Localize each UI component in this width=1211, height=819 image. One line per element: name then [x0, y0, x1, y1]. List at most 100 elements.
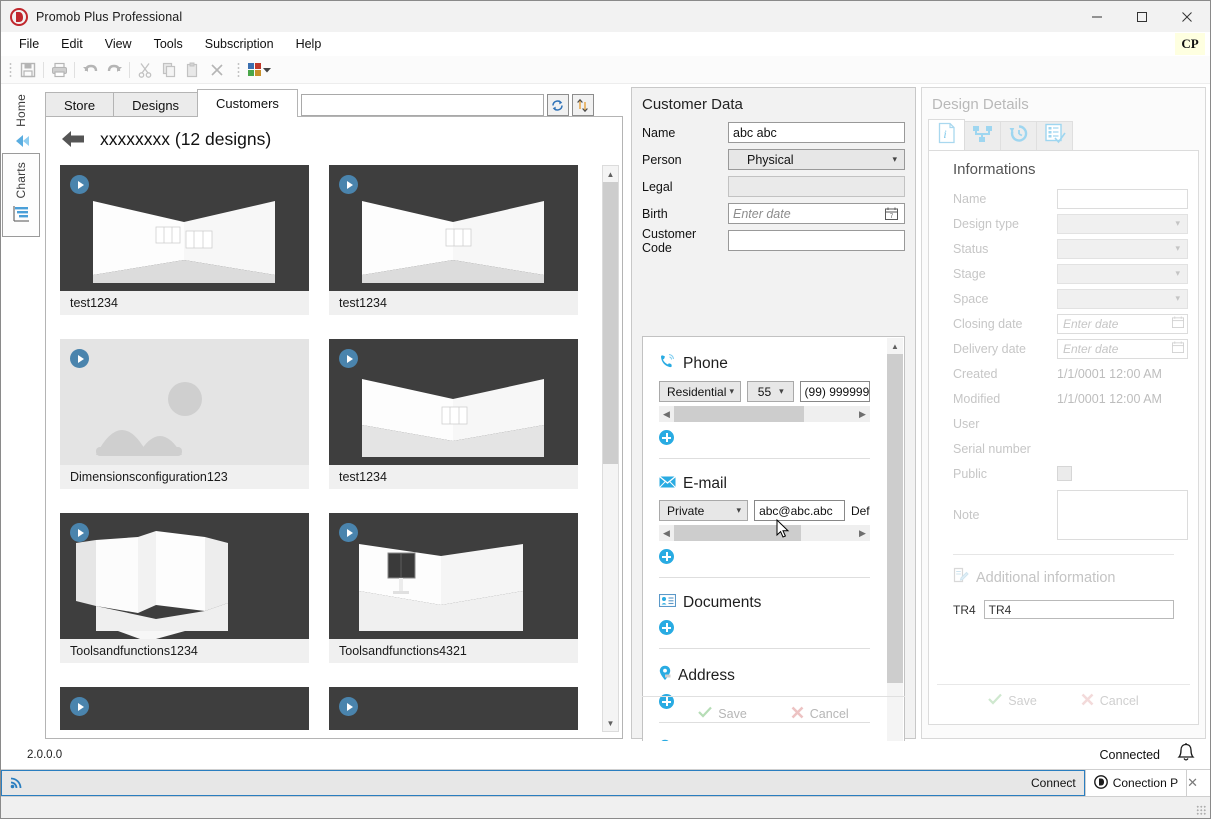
redo-icon[interactable] [102, 59, 126, 81]
closing-date-field[interactable]: Enter date [1057, 313, 1188, 334]
designs-scrollbar[interactable]: ▲ ▼ [602, 165, 619, 732]
design-thumbnail[interactable] [329, 339, 578, 465]
tab-customers[interactable]: Customers [197, 89, 298, 117]
scrollbar-track[interactable] [887, 354, 903, 746]
design-thumbnail[interactable] [329, 687, 578, 730]
resize-grip[interactable] [1196, 805, 1206, 815]
design-thumbnail[interactable] [329, 165, 578, 291]
cancel-button[interactable]: Cancel [791, 706, 849, 722]
design-thumbnail[interactable] [329, 513, 578, 639]
scroll-left-icon[interactable]: ◀ [659, 528, 674, 539]
status-select[interactable]: ▾ [1057, 238, 1188, 259]
color-palette-icon[interactable] [248, 63, 261, 76]
menu-item-subscription[interactable]: Subscription [195, 35, 284, 53]
sidebar-item-charts[interactable]: Charts [2, 153, 40, 237]
phone-type-select[interactable]: Residential ▾ [659, 381, 741, 402]
tab-designs[interactable]: Designs [113, 92, 199, 117]
play-icon[interactable] [70, 349, 89, 368]
menu-item-file[interactable]: File [9, 35, 49, 53]
play-icon[interactable] [70, 175, 89, 194]
calendar-icon[interactable]: 7 [885, 207, 898, 220]
play-icon[interactable] [70, 523, 89, 542]
add-email-button[interactable] [659, 549, 674, 564]
design-card[interactable]: Dimensionsconfiguration123 [60, 339, 309, 489]
design-card[interactable]: test1234 [329, 165, 578, 315]
add-phone-button[interactable] [659, 430, 674, 445]
design-card[interactable] [60, 687, 309, 730]
email-hscrollbar[interactable]: ◀ ▶ [659, 525, 870, 541]
menu-item-tools[interactable]: Tools [144, 35, 193, 53]
taskbar-close-icon[interactable]: ✕ [1187, 775, 1198, 791]
scrollbar-track[interactable] [603, 182, 618, 715]
color-dropdown-icon[interactable] [261, 59, 273, 81]
tab-history[interactable] [1000, 121, 1037, 150]
phone-number-input[interactable]: (99) 9999999 [799, 381, 870, 402]
copy-icon[interactable] [157, 59, 181, 81]
scrollbar-thumb[interactable] [887, 354, 903, 684]
scrollbar-track[interactable] [674, 406, 855, 422]
search-input[interactable] [300, 94, 544, 116]
design-thumbnail[interactable] [60, 687, 309, 730]
birth-date-field[interactable]: Enter date 7 [728, 203, 905, 224]
scrollbar-thumb[interactable] [603, 182, 618, 465]
delete-icon[interactable] [205, 59, 229, 81]
public-checkbox[interactable] [1057, 466, 1072, 481]
minimize-button[interactable] [1074, 1, 1119, 32]
scroll-right-icon[interactable]: ▶ [855, 409, 870, 420]
play-icon[interactable] [339, 697, 358, 716]
design-thumbnail[interactable] [60, 165, 309, 291]
taskbar-item-connect[interactable]: Connect [1, 770, 1085, 796]
design-card[interactable]: test1234 [60, 165, 309, 315]
add-document-button[interactable] [659, 620, 674, 635]
design-name-field[interactable] [1057, 188, 1188, 209]
scroll-up-icon[interactable]: ▲ [887, 338, 903, 354]
sidebar-item-home[interactable]: Home [2, 85, 40, 149]
design-card[interactable]: test1234 [329, 339, 578, 489]
maximize-button[interactable] [1119, 1, 1164, 32]
cut-icon[interactable] [133, 59, 157, 81]
back-arrow-icon[interactable] [60, 128, 86, 150]
play-icon[interactable] [339, 175, 358, 194]
save-icon[interactable] [16, 59, 40, 81]
design-thumbnail-placeholder[interactable] [60, 339, 309, 465]
menu-item-edit[interactable]: Edit [51, 35, 93, 53]
scroll-down-icon[interactable]: ▼ [603, 715, 618, 731]
space-select[interactable]: ▾ [1057, 288, 1188, 309]
person-select[interactable]: Physical ▾ [728, 149, 905, 170]
menu-item-help[interactable]: Help [286, 35, 332, 53]
stage-select[interactable]: ▾ [1057, 263, 1188, 284]
phone-code-select[interactable]: 55 ▾ [746, 381, 794, 402]
design-card[interactable]: Toolsandfunctions4321 [329, 513, 578, 663]
play-icon[interactable] [339, 523, 358, 542]
scrollbar-thumb[interactable] [674, 406, 805, 422]
toolbar-grip-2[interactable] [237, 61, 240, 78]
phone-hscrollbar[interactable]: ◀ ▶ [659, 406, 870, 422]
name-field[interactable]: abc abc [728, 122, 905, 143]
menu-item-view[interactable]: View [95, 35, 142, 53]
email-input[interactable]: abc@abc.abc [754, 500, 845, 521]
cancel-button[interactable]: Cancel [1081, 693, 1139, 709]
bell-icon[interactable] [1176, 742, 1196, 769]
scroll-right-icon[interactable]: ▶ [855, 528, 870, 539]
design-card[interactable]: Toolsandfunctions1234 [60, 513, 309, 663]
design-type-select[interactable]: ▾ [1057, 213, 1188, 234]
scroll-left-icon[interactable]: ◀ [659, 409, 674, 420]
scrollbar-track[interactable] [674, 525, 855, 541]
save-button[interactable]: Save [698, 706, 747, 721]
tab-store[interactable]: Store [45, 92, 115, 117]
taskbar-item-conection-p[interactable]: Conection P [1086, 770, 1186, 796]
toolbar-grip[interactable] [9, 61, 12, 78]
calendar-icon[interactable] [1172, 316, 1184, 331]
refresh-icon[interactable] [546, 94, 569, 116]
undo-icon[interactable] [78, 59, 102, 81]
scroll-up-icon[interactable]: ▲ [603, 166, 618, 182]
design-card[interactable] [329, 687, 578, 730]
tab-informations[interactable]: i [928, 119, 965, 150]
tab-hierarchy[interactable] [964, 121, 1001, 150]
note-textarea[interactable] [1057, 490, 1188, 540]
tr4-input[interactable]: TR4 [983, 600, 1174, 619]
paste-icon[interactable] [181, 59, 205, 81]
play-icon[interactable] [339, 349, 358, 368]
save-button[interactable]: Save [988, 693, 1037, 708]
print-icon[interactable] [47, 59, 71, 81]
